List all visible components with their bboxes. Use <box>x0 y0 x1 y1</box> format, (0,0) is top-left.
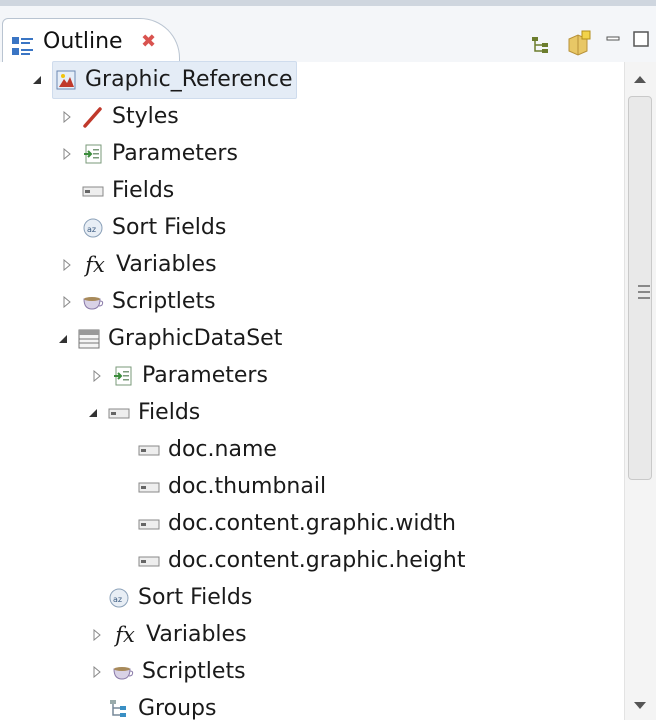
tree-node-sort-fields[interactable]: az Sort Fields <box>0 210 656 246</box>
outline-tree[interactable]: Graphic_Reference Styles Parameters Fiel… <box>0 61 624 721</box>
node-label: Parameters <box>142 363 268 388</box>
tree-node-field[interactable]: doc.thumbnail <box>0 469 656 505</box>
tree-node-styles[interactable]: Styles <box>0 99 656 135</box>
collapsed-arrow-icon[interactable] <box>58 148 76 160</box>
tree-node-parameters[interactable]: Parameters <box>0 136 656 172</box>
tree-node-dataset-fields[interactable]: Fields <box>0 395 656 431</box>
coffee-cup-icon <box>112 661 134 683</box>
tree-node-fields[interactable]: Fields <box>0 173 656 209</box>
expanded-arrow-icon[interactable] <box>54 333 72 345</box>
node-label: Variables <box>116 252 217 277</box>
collapsed-arrow-icon[interactable] <box>58 296 76 308</box>
sort-icon: az <box>108 587 130 609</box>
parameters-icon <box>82 143 104 165</box>
node-label: Fields <box>112 178 175 203</box>
collapsed-arrow-icon[interactable] <box>58 259 76 271</box>
parameters-icon <box>112 365 134 387</box>
groups-icon <box>108 698 130 720</box>
sort-icon: az <box>82 217 104 239</box>
node-label: Scriptlets <box>112 289 216 314</box>
selected-node[interactable]: Graphic_Reference <box>52 61 298 99</box>
tree-node-dataset-sort-fields[interactable]: az Sort Fields <box>0 580 656 616</box>
collapsed-arrow-icon[interactable] <box>88 370 106 382</box>
svg-text:az: az <box>113 595 122 604</box>
field-icon <box>138 513 160 535</box>
coffee-cup-icon <box>82 291 104 313</box>
node-label: doc.thumbnail <box>168 474 327 499</box>
scrollbar-thumb[interactable] <box>628 96 652 480</box>
hierarchy-icon[interactable] <box>530 34 552 60</box>
node-label: Scriptlets <box>142 659 246 684</box>
minimize-icon[interactable] <box>606 32 620 51</box>
node-label: Sort Fields <box>112 215 227 240</box>
function-icon: fx <box>85 253 105 277</box>
tree-node-variables[interactable]: fx Variables <box>0 247 656 283</box>
tree-node-scriptlets[interactable]: Scriptlets <box>0 284 656 320</box>
node-label: Graphic_Reference <box>85 67 293 92</box>
tree-node-dataset[interactable]: GraphicDataSet <box>0 321 654 357</box>
node-label: Fields <box>138 400 201 425</box>
view-tab-bar: Outline ✖ <box>0 0 656 66</box>
tab-title: Outline <box>43 29 123 54</box>
tree-node-dataset-groups[interactable]: Groups <box>0 691 656 727</box>
tree-node-field[interactable]: doc.content.graphic.width <box>0 506 656 542</box>
maximize-icon[interactable] <box>632 30 650 52</box>
grip-icon <box>638 291 650 293</box>
node-label: doc.name <box>168 437 277 462</box>
new-element-icon[interactable] <box>566 30 592 60</box>
pen-icon <box>82 106 104 128</box>
field-icon <box>138 550 160 572</box>
node-label: Variables <box>146 622 247 647</box>
scroll-down-icon[interactable] <box>634 702 646 709</box>
collapsed-arrow-icon[interactable] <box>88 666 106 678</box>
field-icon <box>82 180 104 202</box>
node-label: Sort Fields <box>138 585 253 610</box>
tree-node-report[interactable]: Graphic_Reference <box>0 61 628 99</box>
node-label: doc.content.graphic.height <box>168 548 466 573</box>
function-icon: fx <box>115 623 135 647</box>
field-icon <box>108 402 130 424</box>
expanded-arrow-icon[interactable] <box>28 74 46 86</box>
report-design-icon <box>55 69 77 91</box>
node-label: doc.content.graphic.width <box>168 511 456 536</box>
collapsed-arrow-icon[interactable] <box>88 629 106 641</box>
tree-node-dataset-variables[interactable]: fx Variables <box>0 617 656 653</box>
field-icon <box>138 439 160 461</box>
grip-icon <box>638 297 650 299</box>
tab-outline[interactable]: Outline ✖ <box>2 18 180 66</box>
dataset-icon <box>78 328 100 350</box>
tree-node-dataset-parameters[interactable]: Parameters <box>0 358 656 394</box>
svg-text:az: az <box>87 225 96 234</box>
field-icon <box>138 476 160 498</box>
node-label: Groups <box>138 696 217 721</box>
node-label: Parameters <box>112 141 238 166</box>
node-label: Styles <box>112 104 179 129</box>
tree-node-dataset-scriptlets[interactable]: Scriptlets <box>0 654 656 690</box>
tree-node-field[interactable]: doc.name <box>0 432 656 468</box>
scroll-up-icon[interactable] <box>634 76 646 83</box>
close-icon[interactable]: ✖ <box>141 31 156 52</box>
expanded-arrow-icon[interactable] <box>84 407 102 419</box>
node-label: GraphicDataSet <box>108 326 283 351</box>
collapsed-arrow-icon[interactable] <box>58 111 76 123</box>
vertical-scrollbar[interactable] <box>624 62 656 720</box>
outline-icon <box>11 35 35 61</box>
tree-node-field[interactable]: doc.content.graphic.height <box>0 543 656 579</box>
grip-icon <box>638 285 650 287</box>
